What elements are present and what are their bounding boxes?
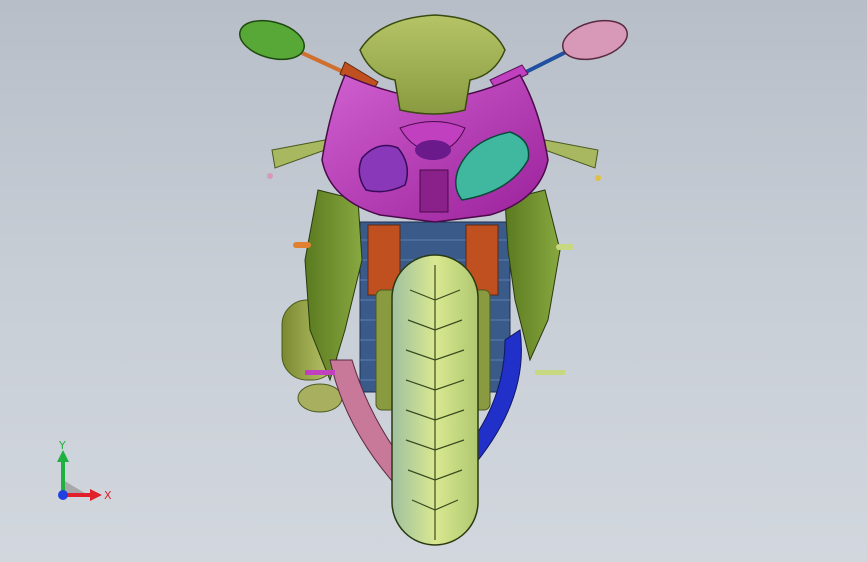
footpeg-left[interactable] xyxy=(305,370,335,375)
z-axis-dot xyxy=(58,490,68,500)
handlebar-right[interactable] xyxy=(544,139,601,181)
motorcycle-model[interactable] xyxy=(0,0,867,562)
front-tire[interactable] xyxy=(391,254,479,546)
turn-signal-right[interactable] xyxy=(556,244,574,250)
turn-signal-left[interactable] xyxy=(293,242,311,248)
y-axis-label: Y xyxy=(58,440,66,452)
axis-triad: Y X xyxy=(57,440,112,502)
cad-viewport[interactable]: Y X xyxy=(0,0,867,562)
handlebar-left[interactable] xyxy=(267,139,326,179)
x-axis-label: X xyxy=(104,489,112,502)
footpeg-right[interactable] xyxy=(535,370,565,375)
